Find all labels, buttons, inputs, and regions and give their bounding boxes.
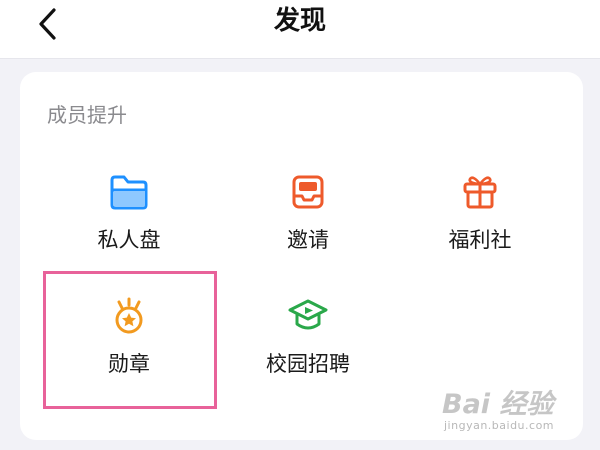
grid-item-campus-recruit[interactable]: 校园招聘	[228, 294, 388, 404]
header-bar: 发现	[0, 0, 600, 59]
gift-icon	[458, 170, 502, 214]
section-title: 成员提升	[47, 103, 127, 127]
grid-item-medal[interactable]: 勋章	[49, 294, 209, 404]
grid-item-invite[interactable]: 邀请	[228, 170, 388, 280]
folder-icon	[107, 170, 151, 214]
member-upgrade-card: 成员提升 私人盘 邀请 福利社 勋章 校园招聘	[20, 72, 583, 440]
grid-item-label: 福利社	[448, 228, 512, 252]
grid-item-label: 邀请	[287, 228, 329, 252]
grid-item-label: 勋章	[108, 352, 150, 376]
grid-item-welfare[interactable]: 福利社	[400, 170, 560, 280]
invite-box-icon	[286, 170, 330, 214]
graduation-cap-icon	[286, 294, 330, 338]
grid-item-label: 校园招聘	[266, 352, 350, 376]
grid-item-private-drive[interactable]: 私人盘	[49, 170, 209, 280]
medal-icon	[107, 294, 151, 338]
page-title: 发现	[273, 6, 326, 36]
grid-item-label: 私人盘	[97, 228, 161, 252]
